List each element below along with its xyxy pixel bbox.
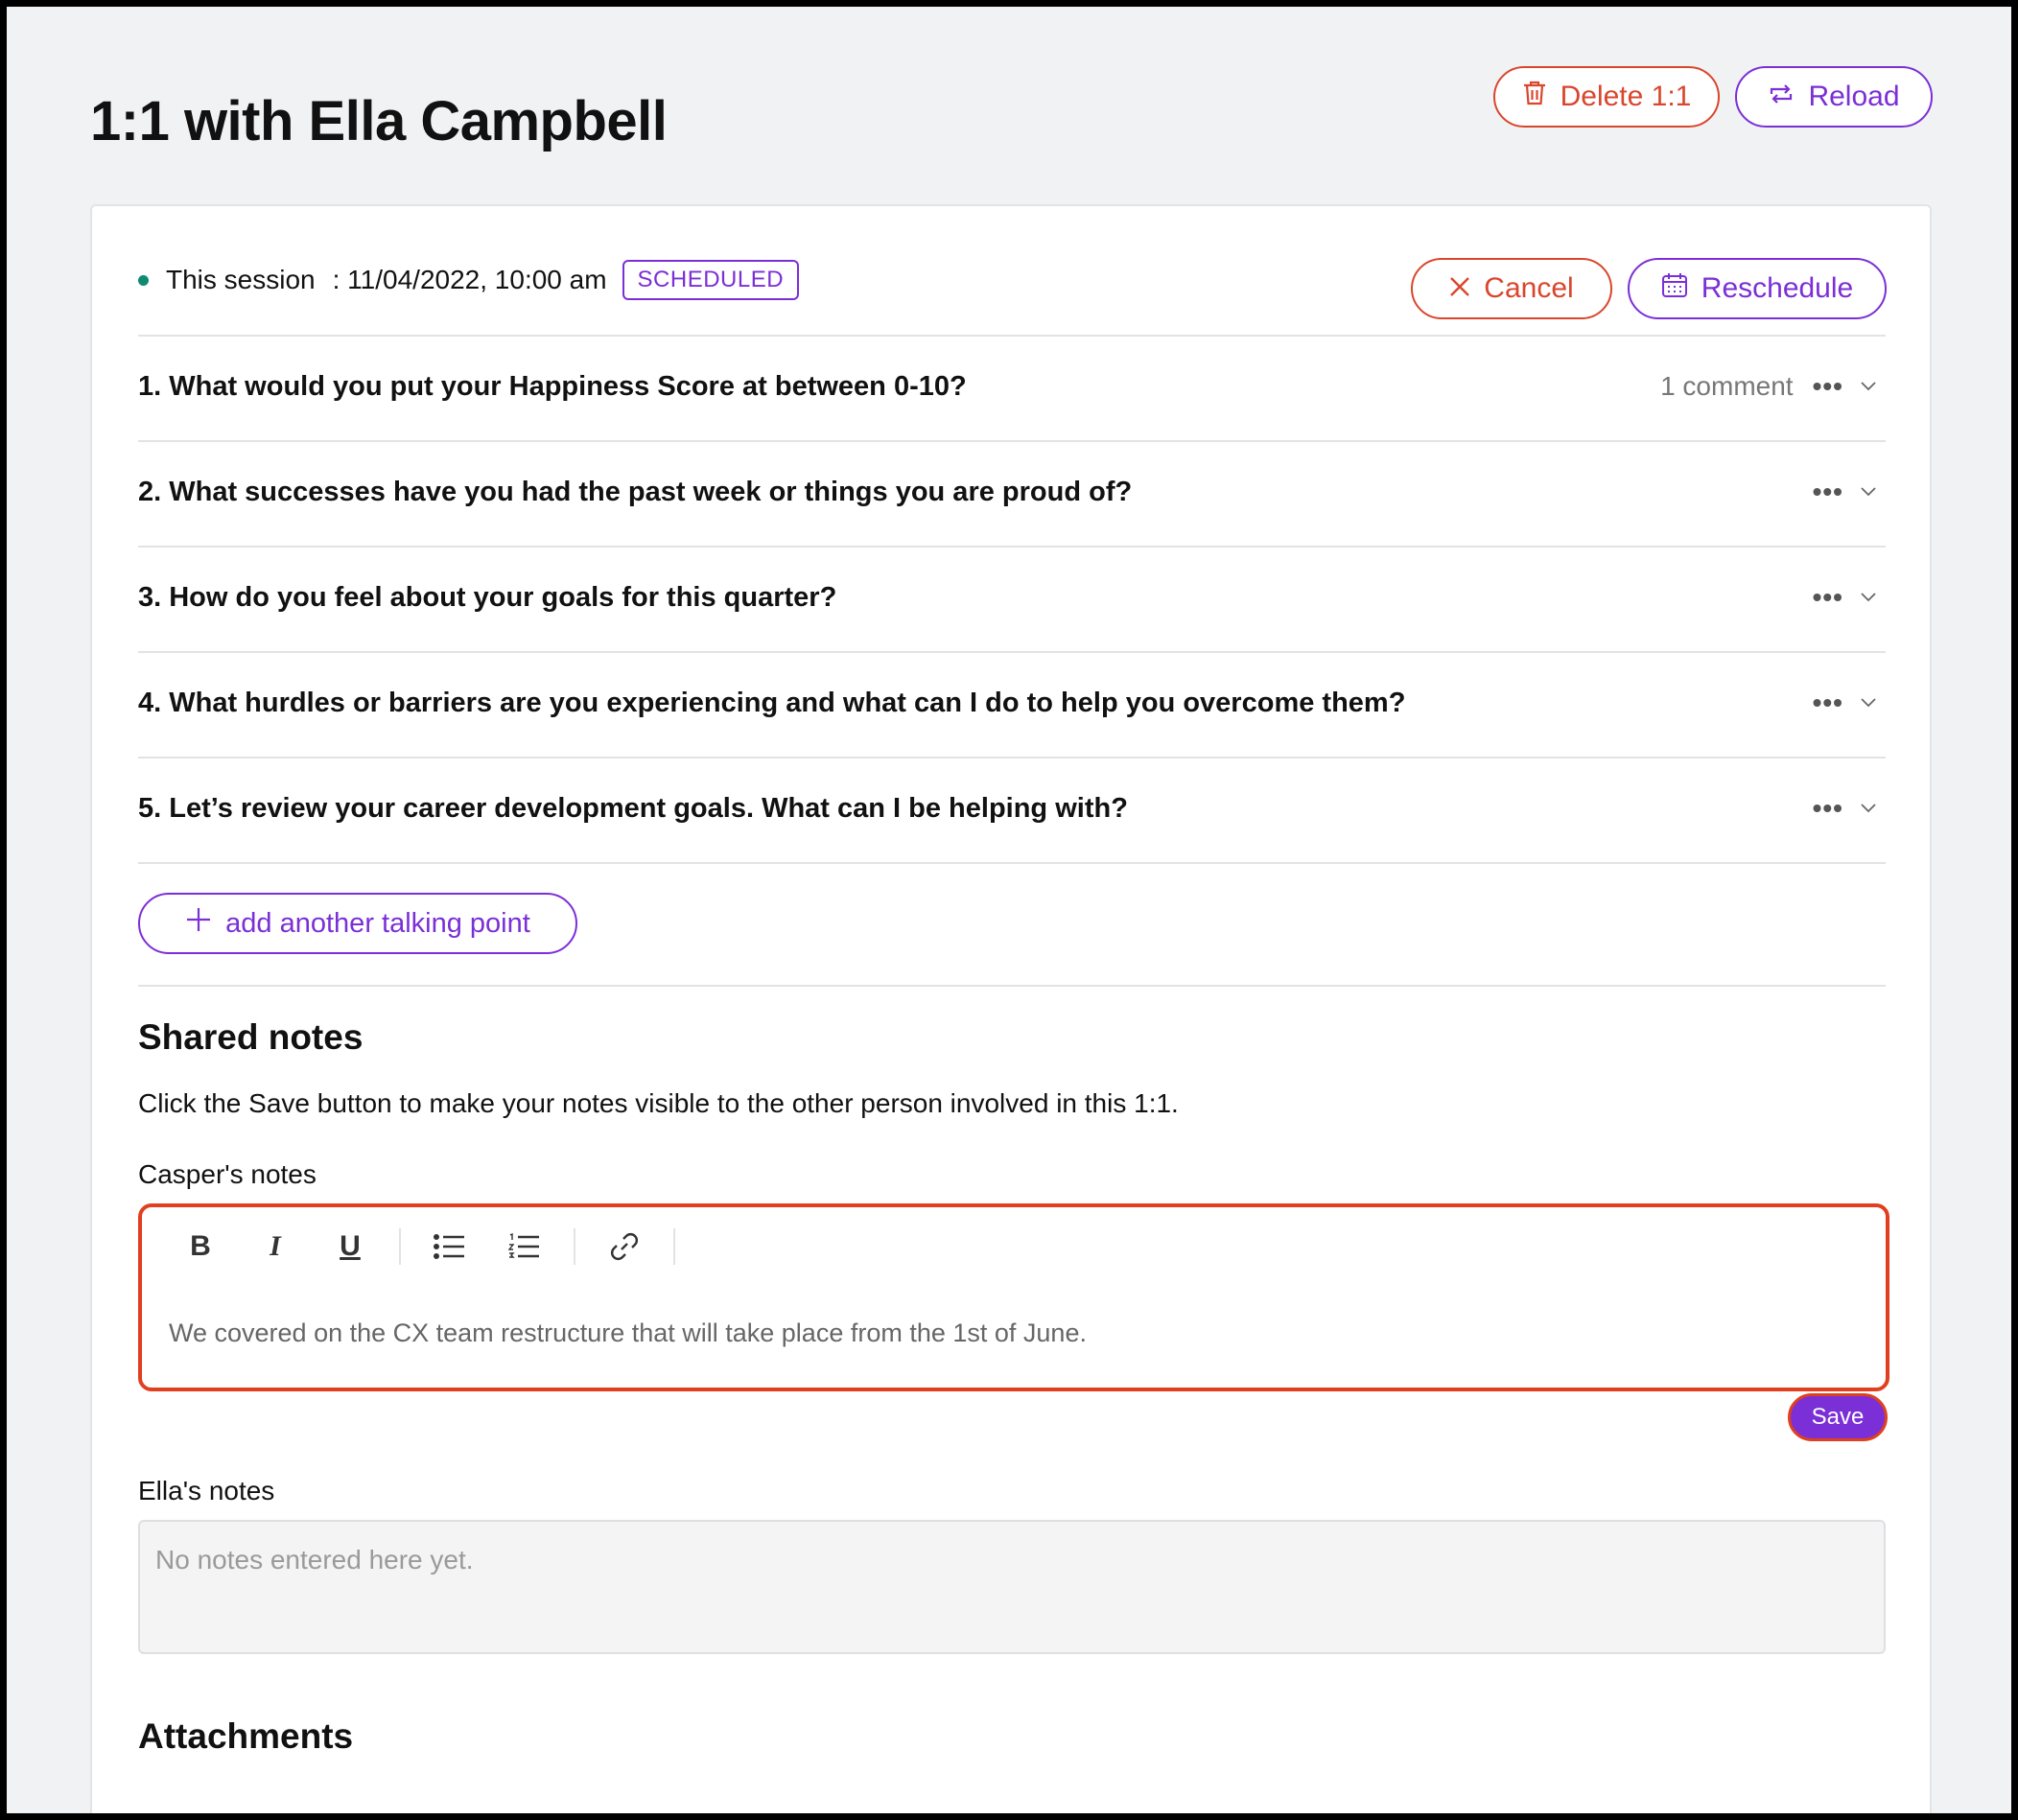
chevron-down-icon[interactable] <box>1861 382 1876 391</box>
attachments-heading: Attachments <box>138 1716 354 1756</box>
talking-point-row[interactable]: 3. How do you feel about your goals for … <box>138 546 1886 651</box>
numbered-list-icon[interactable] <box>487 1225 562 1269</box>
more-dots-icon[interactable]: ••• <box>1813 793 1843 824</box>
toolbar-separator <box>574 1228 575 1265</box>
bullet-list-icon[interactable] <box>412 1225 487 1269</box>
casper-notes-text[interactable]: We covered on the CX team restructure th… <box>169 1318 1087 1348</box>
reload-icon <box>1768 81 1795 113</box>
reschedule-button-label: Reschedule <box>1701 272 1854 304</box>
talking-point-row[interactable]: 2. What successes have you had the past … <box>138 440 1886 546</box>
more-dots-icon[interactable]: ••• <box>1813 582 1843 613</box>
divider <box>138 862 1886 864</box>
session-info: This session : 11/04/2022, 10:00 am SCHE… <box>138 260 800 300</box>
shared-notes-heading: Shared notes <box>138 1017 364 1057</box>
add-talking-point-label: add another talking point <box>225 907 530 939</box>
cancel-button-label: Cancel <box>1484 272 1574 304</box>
chevron-down-icon[interactable] <box>1861 487 1876 497</box>
one-on-one-card: This session : 11/04/2022, 10:00 am SCHE… <box>90 204 1932 1813</box>
reschedule-button[interactable]: Reschedule <box>1628 258 1887 319</box>
talking-point-text: 1. What would you put your Happiness Sco… <box>138 371 967 402</box>
chevron-down-icon[interactable] <box>1861 593 1876 602</box>
talking-point-text: 3. How do you feel about your goals for … <box>138 582 837 613</box>
editor-toolbar: B I U <box>163 1225 687 1269</box>
session-label: This session <box>166 265 316 294</box>
ella-notes-placeholder: No notes entered here yet. <box>155 1545 474 1575</box>
plus-icon <box>185 906 212 941</box>
casper-notes-editor[interactable]: B I U We covered on the CX team restruct… <box>138 1203 1889 1391</box>
status-dot <box>138 274 149 286</box>
talking-point-text: 4. What hurdles or barriers are you expe… <box>138 688 1406 718</box>
calendar-icon <box>1661 271 1688 306</box>
link-icon[interactable] <box>587 1225 662 1269</box>
save-button[interactable]: Save <box>1788 1393 1888 1441</box>
status-badge: SCHEDULED <box>622 260 800 300</box>
toolbar-separator <box>399 1228 401 1265</box>
reload-button-label: Reload <box>1808 81 1900 112</box>
more-dots-icon[interactable]: ••• <box>1813 688 1843 718</box>
italic-icon[interactable]: I <box>238 1225 313 1269</box>
add-talking-point-button[interactable]: add another talking point <box>138 893 577 954</box>
casper-notes-label: Casper's notes <box>138 1159 317 1189</box>
delete-button-label: Delete 1:1 <box>1560 81 1692 112</box>
ella-notes-box: No notes entered here yet. <box>138 1520 1886 1654</box>
close-icon <box>1449 272 1470 305</box>
more-dots-icon[interactable]: ••• <box>1813 371 1843 402</box>
trash-icon <box>1522 80 1547 114</box>
shared-notes-description: Click the Save button to make your notes… <box>138 1088 1179 1118</box>
talking-point-row[interactable]: 1. What would you put your Happiness Sco… <box>138 335 1886 440</box>
delete-button[interactable]: Delete 1:1 <box>1493 66 1720 128</box>
comment-count[interactable]: 1 comment <box>1660 371 1794 402</box>
talking-point-row[interactable]: 4. What hurdles or barriers are you expe… <box>138 651 1886 757</box>
page-title: 1:1 with Ella Campbell <box>90 90 668 152</box>
ella-notes-label: Ella's notes <box>138 1476 275 1505</box>
underline-icon[interactable]: U <box>313 1225 387 1269</box>
talking-point-row[interactable]: 5. Let’s review your career development … <box>138 757 1886 862</box>
cancel-button[interactable]: Cancel <box>1411 258 1612 319</box>
chevron-down-icon[interactable] <box>1861 804 1876 813</box>
app-frame: 1:1 with Ella Campbell Delete 1:1 Reload… <box>7 7 2011 1813</box>
chevron-down-icon[interactable] <box>1861 698 1876 708</box>
divider <box>138 985 1886 987</box>
reload-button[interactable]: Reload <box>1735 66 1933 128</box>
session-datetime: : 11/04/2022, 10:00 am <box>332 265 607 294</box>
talking-point-text: 2. What successes have you had the past … <box>138 477 1133 507</box>
toolbar-separator <box>673 1228 675 1265</box>
talking-point-text: 5. Let’s review your career development … <box>138 793 1128 824</box>
more-dots-icon[interactable]: ••• <box>1813 477 1843 507</box>
bold-icon[interactable]: B <box>163 1225 238 1269</box>
